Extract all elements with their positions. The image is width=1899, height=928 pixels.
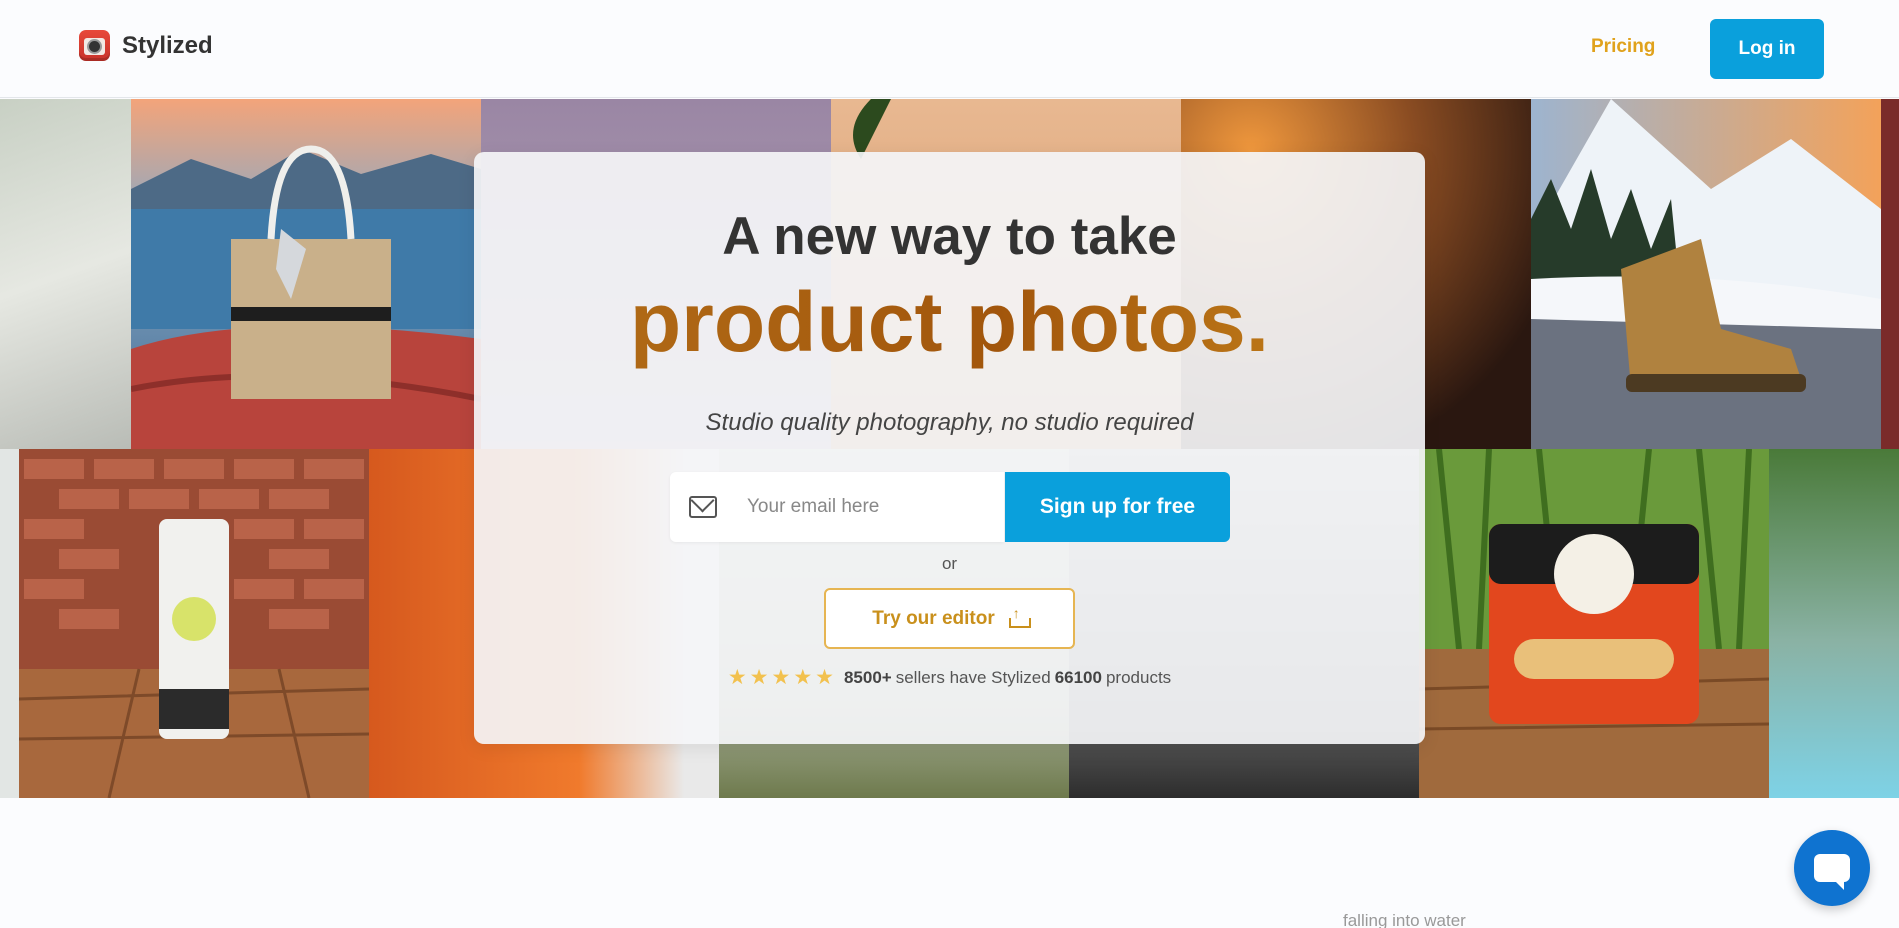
star-icon: ★	[727, 666, 747, 689]
upload-icon	[1008, 605, 1031, 628]
sellers-text: sellers have Stylized	[895, 667, 1051, 687]
landing-page: Stylized Pricing Log in A new way to tak…	[0, 0, 1899, 928]
collage-photo-chicken-chips	[1419, 449, 1769, 798]
collage-photo-celsius-can	[19, 449, 369, 798]
signup-button[interactable]: Sign up for free	[1005, 472, 1230, 542]
star-icon: ★	[815, 666, 834, 689]
mail-icon	[689, 496, 717, 518]
star-icon: ★	[749, 666, 769, 689]
or-divider: or	[941, 554, 958, 573]
camera-logo-icon	[79, 30, 110, 61]
example-caption: falling into water	[1343, 911, 1466, 928]
site-header: Stylized Pricing Log in	[0, 0, 1899, 98]
collage-photo-edge-top	[1881, 99, 1899, 449]
chat-icon	[1814, 854, 1850, 890]
nav-pricing-link[interactable]: Pricing	[1591, 36, 1655, 58]
collage-photo-edge-left	[0, 449, 19, 798]
products-text: products	[1105, 667, 1172, 687]
rating-stars: ★ ★ ★ ★ ★	[728, 667, 834, 688]
email-input[interactable]	[747, 496, 967, 518]
chat-button[interactable]	[1794, 830, 1870, 906]
collage-photo-tote-bag	[131, 99, 481, 449]
hero-title-line2: product photos.	[474, 274, 1425, 371]
hero-card: A new way to take product photos. Studio…	[474, 152, 1425, 744]
sellers-count: 8500+	[843, 667, 892, 687]
email-field-wrapper	[670, 472, 1004, 542]
collage-photo-stationery	[0, 99, 131, 449]
try-editor-label: Try our editor	[872, 607, 995, 629]
brand[interactable]: Stylized	[79, 30, 213, 61]
star-icon: ★	[771, 666, 791, 689]
star-icon: ★	[793, 666, 813, 689]
social-proof: ★ ★ ★ ★ ★ 8500+ sellers have Stylized 66…	[474, 667, 1425, 688]
hero-title-line1: A new way to take	[722, 207, 1177, 266]
collage-photo-pool	[1769, 449, 1899, 798]
collage-photo-boot	[1531, 99, 1881, 449]
brand-name: Stylized	[122, 31, 213, 59]
products-count: 66100	[1054, 667, 1102, 687]
hero-subtitle: Studio quality photography, no studio re…	[705, 409, 1194, 436]
try-editor-button[interactable]: Try our editor	[824, 588, 1075, 649]
login-button[interactable]: Log in	[1710, 19, 1824, 79]
